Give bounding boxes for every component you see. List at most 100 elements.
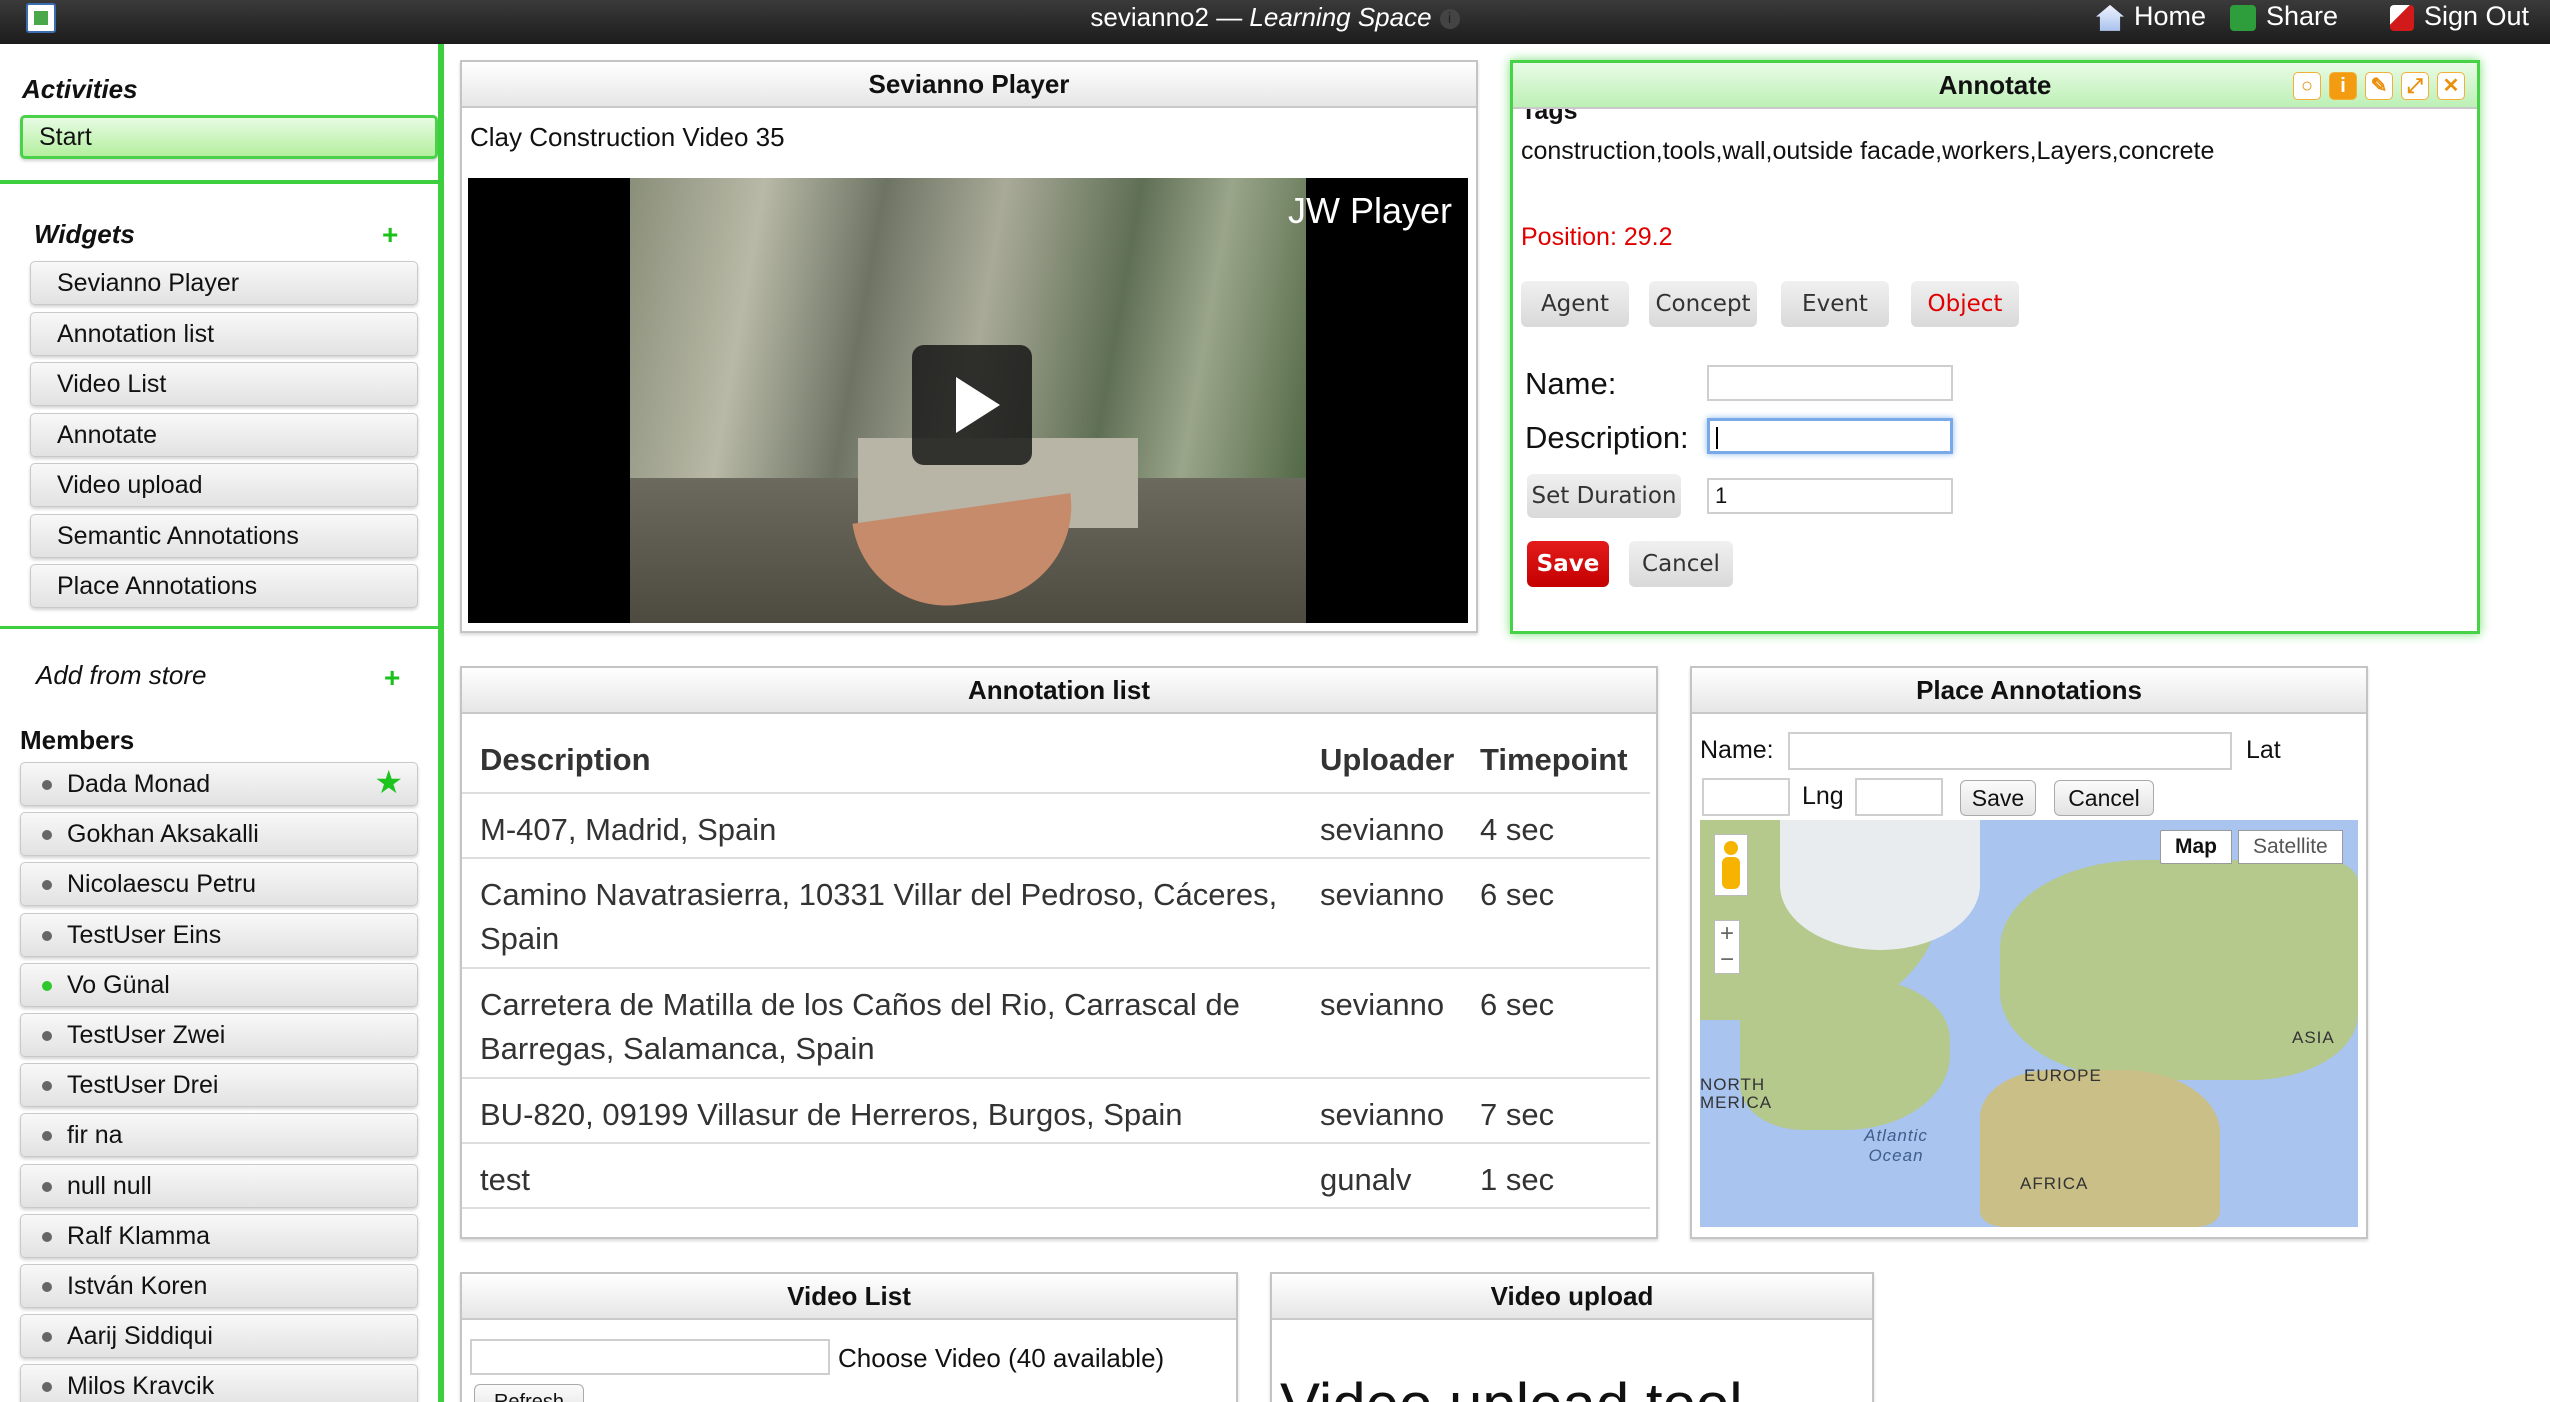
place-cancel-button[interactable]: Cancel (2054, 780, 2154, 816)
description-input[interactable] (1707, 418, 1953, 454)
widget-item[interactable]: Annotation list (30, 311, 418, 356)
refresh-button[interactable]: Refresh (474, 1384, 584, 1402)
status-dot-icon (42, 780, 52, 790)
top-bar: sevianno2 — Learning Space i Home Share S… (0, 0, 2550, 44)
lat-input[interactable] (1702, 778, 1790, 816)
name-input[interactable] (1707, 365, 1953, 401)
map-type-satellite[interactable]: Satellite (2238, 830, 2343, 864)
table-row[interactable]: Camino Navatrasierra, 10331 Villar del P… (462, 858, 1650, 969)
widget-item[interactable]: Video upload (30, 463, 418, 507)
member-item[interactable]: Aarij Siddiqui (20, 1314, 418, 1359)
map-label: EUROPE (2024, 1066, 2102, 1085)
map-label: ASIA (2292, 1028, 2335, 1047)
edit-icon[interactable]: ✎ (2365, 72, 2393, 100)
table-cell: sevianno (1302, 793, 1462, 859)
video-select[interactable] (470, 1339, 830, 1375)
lng-input[interactable] (1855, 778, 1943, 816)
member-item[interactable]: Vo Günal (20, 962, 418, 1007)
member-item[interactable]: TestUser Eins (20, 912, 418, 957)
widget-item[interactable]: Sevianno Player (30, 261, 418, 305)
app-name: Learning Space (1249, 2, 1432, 32)
play-button[interactable] (912, 345, 1032, 465)
info-icon[interactable]: i (1439, 9, 1460, 30)
zoom-in-button[interactable]: + (1715, 921, 1739, 947)
member-name: TestUser Eins (67, 920, 222, 949)
column-header[interactable]: Description (462, 728, 1302, 794)
set-duration-button[interactable]: Set Duration (1527, 474, 1681, 518)
add-from-store-link[interactable]: Add from store (36, 660, 207, 691)
video-player[interactable]: JW Player (468, 178, 1468, 623)
video-title: Clay Construction Video 35 (470, 122, 785, 152)
home-link[interactable]: Home (2096, 0, 2206, 34)
panel-title: Video List (462, 1274, 1236, 1320)
table-cell: Carretera de Matilla de los Caños del Ri… (462, 968, 1302, 1079)
maximize-icon[interactable]: ⤢ (2401, 72, 2429, 100)
table-row[interactable]: Carretera de Matilla de los Caños del Ri… (462, 968, 1650, 1079)
activity-start[interactable]: Start (20, 115, 438, 159)
home-icon (2096, 4, 2124, 31)
zoom-out-button[interactable]: − (1715, 947, 1739, 973)
status-dot-icon (42, 1382, 52, 1393)
description-label: Description: (1525, 420, 1689, 455)
table-row[interactable]: M-407, Madrid, Spain sevianno 4 sec (462, 793, 1650, 859)
learning-space-page: { "topbar": { "space_name": "sevianno2",… (0, 0, 2550, 1402)
zoom-control: + − (1714, 920, 1740, 974)
close-icon[interactable]: ✕ (2437, 72, 2465, 100)
duration-input[interactable]: 1 (1707, 478, 1953, 514)
divider (0, 180, 440, 184)
member-item[interactable]: fir na (20, 1113, 418, 1158)
member-name: Ralf Klamma (67, 1221, 211, 1250)
save-button[interactable]: Save (1527, 541, 1609, 587)
table-row[interactable]: BU-820, 09199 Villasur de Herreros, Burg… (462, 1078, 1650, 1144)
share-link[interactable]: Share (2230, 0, 2338, 34)
member-item[interactable]: TestUser Drei (20, 1063, 418, 1108)
annotation-table: Description Uploader Timepoint M-407, Madr… (462, 728, 1650, 1209)
member-item[interactable]: Milos Kravcik (20, 1364, 418, 1402)
type-button-object[interactable]: Object (1911, 281, 2019, 327)
member-item[interactable]: Ralf Klamma (20, 1213, 418, 1258)
status-dot-icon (42, 1181, 52, 1192)
widget-item[interactable]: Semantic Annotations (30, 513, 418, 558)
lightbulb-icon[interactable]: ○ (2293, 72, 2321, 100)
activities-heading: Activities (22, 74, 138, 104)
column-header[interactable]: Timepoint (1462, 728, 1650, 794)
table-row[interactable]: test gunalv 1 sec (462, 1143, 1650, 1209)
place-save-button[interactable]: Save (1960, 780, 2036, 816)
video-list-panel: Video List (460, 1272, 1238, 1402)
place-name-input[interactable] (1788, 732, 2232, 770)
table-cell: 4 sec (1462, 793, 1650, 859)
widget-item[interactable]: Video List (30, 362, 418, 406)
add-widget-icon[interactable]: + (382, 219, 398, 251)
tags-value: construction,tools,wall,outside facade,w… (1521, 137, 2215, 165)
sign-out-icon (2390, 4, 2414, 31)
sign-out-link[interactable]: Sign Out (2390, 0, 2529, 34)
table-header: Description Uploader Timepoint (462, 728, 1650, 794)
map-view[interactable]: Map Satellite + − ASIA NORTH MERICA EURO… (1700, 820, 2358, 1227)
pegman-icon[interactable] (1714, 834, 1748, 896)
type-button-agent[interactable]: Agent (1521, 281, 1629, 327)
map-type-map[interactable]: Map (2160, 830, 2232, 864)
add-from-store-icon[interactable]: + (384, 662, 400, 694)
status-dot-icon (42, 1231, 52, 1242)
type-button-concept[interactable]: Concept (1649, 281, 1757, 327)
map-label: Atlantic Ocean (1864, 1126, 1928, 1165)
info-icon[interactable]: i (2329, 72, 2357, 100)
africa (1980, 1070, 2220, 1227)
panel-title: Video upload (1272, 1274, 1872, 1320)
member-name: Aarij Siddiqui (67, 1322, 213, 1351)
widget-item[interactable]: Place Annotations (30, 564, 418, 608)
type-button-event[interactable]: Event (1781, 281, 1889, 327)
member-item[interactable]: István Koren (20, 1264, 418, 1308)
column-header[interactable]: Uploader (1302, 728, 1462, 794)
position-readout: Position: 29.2 (1521, 223, 1673, 251)
widget-item[interactable]: Annotate (30, 412, 418, 457)
member-item[interactable]: null null (20, 1163, 418, 1208)
table-cell: M-407, Madrid, Spain (462, 793, 1302, 859)
member-name: Vo Günal (67, 970, 170, 999)
cancel-button[interactable]: Cancel (1629, 541, 1733, 587)
member-item[interactable]: Dada Monad ★ (20, 762, 418, 806)
member-item[interactable]: Nicolaescu Petru (20, 862, 418, 907)
member-item[interactable]: TestUser Zwei (20, 1013, 418, 1057)
member-item[interactable]: Gokhan Aksakalli (20, 812, 418, 857)
video-upload-panel: Video upload Video upload tool (1270, 1272, 1874, 1402)
